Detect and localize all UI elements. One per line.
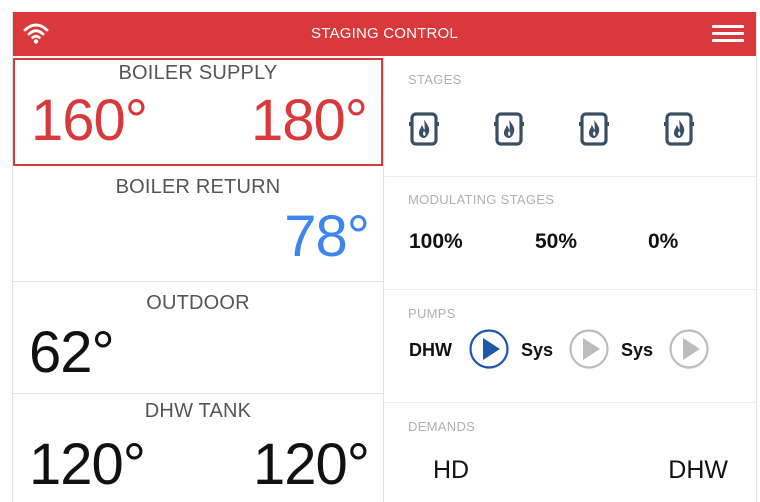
- temperature-panel: BOILER SUPPLY 160° 180° BOILER RETURN 78…: [13, 56, 384, 502]
- demands-label: DEMANDS: [408, 419, 476, 434]
- pump-sys-2-label: Sys: [621, 340, 654, 360]
- pump-sys-2-play-button[interactable]: [669, 329, 709, 369]
- boiler-flame-icon[interactable]: [579, 112, 609, 146]
- control-panel: STAGES MODULATING STAGES 100% 50% 0% PUM…: [385, 56, 756, 502]
- outdoor-value: 62°: [29, 320, 115, 385]
- outdoor-label: OUTDOOR: [146, 292, 250, 314]
- dhw-tank-label: DHW TANK: [144, 400, 252, 422]
- boiler-return-label: BOILER RETURN: [115, 176, 281, 198]
- modulating-stage-2-value: 50%: [535, 230, 578, 253]
- pump-sys-1-label: Sys: [521, 340, 554, 360]
- boiler-supply-value-right: 180°: [251, 88, 368, 153]
- outdoor-card: OUTDOOR 62°: [13, 282, 383, 394]
- page-title: STAGING CONTROL: [311, 25, 458, 42]
- boiler-supply-card[interactable]: BOILER SUPPLY 160° 180°: [13, 58, 383, 166]
- divider: [385, 402, 756, 403]
- boiler-supply-label: BOILER SUPPLY: [118, 62, 278, 84]
- demand-hd: HD: [433, 456, 470, 484]
- pump-sys-1-play-button[interactable]: [569, 329, 609, 369]
- pumps-label: PUMPS: [408, 306, 456, 321]
- hamburger-menu-icon[interactable]: [712, 22, 744, 46]
- pump-dhw-play-button[interactable]: [469, 329, 509, 369]
- boiler-return-value: 78°: [284, 204, 370, 269]
- modulating-stage-1-value: 100%: [409, 230, 463, 253]
- divider: [385, 289, 756, 290]
- stages-section: STAGES: [385, 56, 756, 176]
- divider: [385, 176, 756, 177]
- dhw-tank-value-left: 120°: [29, 432, 146, 497]
- boiler-return-card: BOILER RETURN 78°: [13, 166, 383, 282]
- boiler-flame-icon[interactable]: [664, 112, 694, 146]
- demand-dhw: DHW: [668, 456, 728, 484]
- modulating-label: MODULATING STAGES: [408, 192, 555, 207]
- boiler-flame-icon[interactable]: [494, 112, 524, 146]
- boiler-supply-value-left: 160°: [31, 88, 148, 153]
- staging-control-screen: STAGING CONTROL BOILER SUPPLY 160° 180° …: [12, 12, 757, 502]
- modulating-stage-3-value: 0%: [648, 230, 679, 253]
- dhw-tank-value-right: 120°: [253, 432, 370, 497]
- header-bar: STAGING CONTROL: [13, 12, 756, 56]
- pump-dhw-label: DHW: [409, 340, 452, 360]
- dhw-tank-card: DHW TANK 120° 120°: [13, 394, 383, 502]
- boiler-flame-icon[interactable]: [409, 112, 439, 146]
- stages-label: STAGES: [408, 72, 462, 87]
